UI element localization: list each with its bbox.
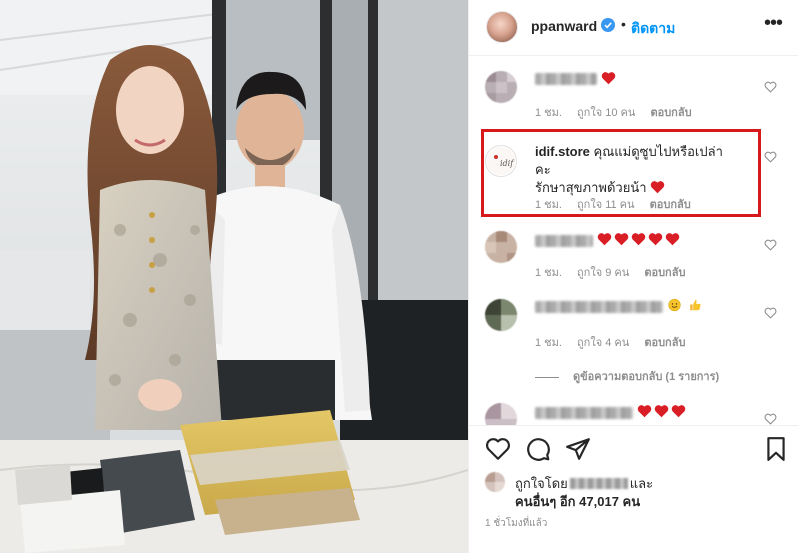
post-actions: ถูกใจโดย และ คนอื่นๆ อีก 47,017 คน 1 ชั่ว… — [469, 425, 798, 553]
comment-meta: 1 ชม. ถูกใจ 9 คน ตอบกลับ — [535, 263, 697, 281]
likes-others[interactable]: คนอื่นๆ อีก 47,017 คน — [515, 491, 640, 512]
bookmark-icon[interactable] — [763, 436, 789, 462]
commenter-avatar[interactable]: idif — [485, 145, 517, 177]
red-heart-icon — [597, 233, 612, 246]
smile-icon — [668, 298, 681, 312]
reply-button[interactable]: ตอบกลับ — [650, 107, 691, 119]
more-dots-icon[interactable]: ••• — [761, 13, 785, 36]
follow-button[interactable]: ติดตาม — [631, 18, 675, 40]
comment-meta: 1 ชม. ถูกใจ 11 คน ตอบกลับ — [535, 195, 703, 213]
comment-like-icon[interactable] — [764, 307, 777, 319]
emoji-hearts — [637, 403, 688, 421]
comment-icon[interactable] — [525, 436, 551, 462]
post-timestamp: 1 ชั่วโมงที่แล้ว — [485, 518, 548, 529]
thumbs-up-icon — [690, 299, 701, 311]
commenter-username[interactable]: idif.store — [535, 144, 590, 159]
likes-prefix: ถูกใจโดย — [515, 476, 568, 491]
emoji-hearts — [597, 231, 682, 249]
comment-time: 1 ชม. — [535, 107, 562, 119]
comment-meta: 1 ชม. ถูกใจ 4 คน ตอบกลับ — [535, 333, 697, 351]
emoji-group — [667, 297, 705, 315]
svg-text:idif: idif — [500, 159, 515, 168]
comment-text-line2: รักษาสุขภาพด้วยน้า — [535, 180, 647, 195]
comment-like-icon[interactable] — [764, 413, 777, 425]
view-replies-button[interactable]: ดูข้อความตอบกลับ (1 รายการ) — [535, 367, 719, 385]
paper-plane-icon[interactable] — [565, 436, 591, 462]
comment-like-icon[interactable] — [764, 239, 777, 251]
commenter-name-blurred — [535, 73, 597, 85]
red-heart-icon — [654, 405, 669, 418]
red-heart-icon — [648, 233, 663, 246]
red-heart-icon — [650, 181, 665, 194]
author-username[interactable]: ppanward — [531, 18, 597, 34]
likes-others-label: คนอื่นๆ อีก 47,017 คน — [515, 494, 641, 509]
commenter-name-blurred — [535, 407, 633, 419]
comment-likes[interactable]: ถูกใจ 10 คน — [577, 107, 635, 119]
comment-text: idif.store คุณแม่ดูซูบไปหรือเปล่าคะ รักษ… — [535, 143, 735, 197]
red-heart-icon — [665, 233, 680, 246]
comment-time: 1 ชม. — [535, 199, 562, 211]
post-image — [0, 0, 468, 553]
liker-avatar[interactable] — [485, 472, 505, 492]
view-replies-label: ดูข้อความตอบกลับ (1 รายการ) — [573, 371, 720, 383]
reply-button[interactable]: ตอบกลับ — [644, 337, 685, 349]
verified-badge-icon — [601, 18, 615, 32]
liker-name-blurred[interactable] — [569, 478, 628, 489]
red-heart-icon — [637, 405, 652, 418]
commenter-name-blurred — [535, 235, 593, 247]
comment-likes[interactable]: ถูกใจ 11 คน — [577, 199, 635, 211]
post-header: ppanward • ติดตาม ••• — [469, 0, 798, 56]
comment-likes[interactable]: ถูกใจ 9 คน — [577, 267, 629, 279]
commenter-avatar[interactable] — [485, 231, 517, 263]
comment-meta: 1 ชม. ถูกใจ 10 คน ตอบกลับ — [535, 103, 704, 121]
commenter-avatar[interactable] — [485, 403, 517, 425]
red-heart-icon — [631, 233, 646, 246]
post-panel: ppanward • ติดตาม ••• 1 ชม. ถูกใจ 10 คน … — [468, 0, 798, 553]
replies-divider — [535, 376, 559, 378]
comment-likes[interactable]: ถูกใจ 4 คน — [577, 337, 629, 349]
red-heart-icon — [601, 72, 616, 85]
author-avatar[interactable] — [486, 11, 518, 43]
commenter-name-blurred — [535, 301, 663, 313]
reply-button[interactable]: ตอบกลับ — [644, 267, 685, 279]
red-heart-icon — [671, 405, 686, 418]
likes-suffix: และ — [629, 476, 654, 491]
heart-outline-icon[interactable] — [485, 436, 511, 462]
reply-button[interactable]: ตอบกลับ — [650, 199, 691, 211]
comment-time: 1 ชม. — [535, 267, 562, 279]
red-heart-icon — [614, 233, 629, 246]
post-photo[interactable] — [0, 0, 468, 553]
likes-summary[interactable]: ถูกใจโดย และ คนอื่นๆ อีก 47,017 คน — [485, 470, 785, 510]
comment-time: 1 ชม. — [535, 337, 562, 349]
comment-like-icon[interactable] — [764, 151, 777, 163]
separator-dot: • — [621, 16, 626, 32]
comment-like-icon[interactable] — [764, 81, 777, 93]
commenter-avatar[interactable] — [485, 299, 517, 331]
commenter-avatar[interactable] — [485, 71, 517, 103]
comment-list[interactable]: 1 ชม. ถูกใจ 10 คน ตอบกลับ idif idif.stor… — [469, 57, 798, 425]
